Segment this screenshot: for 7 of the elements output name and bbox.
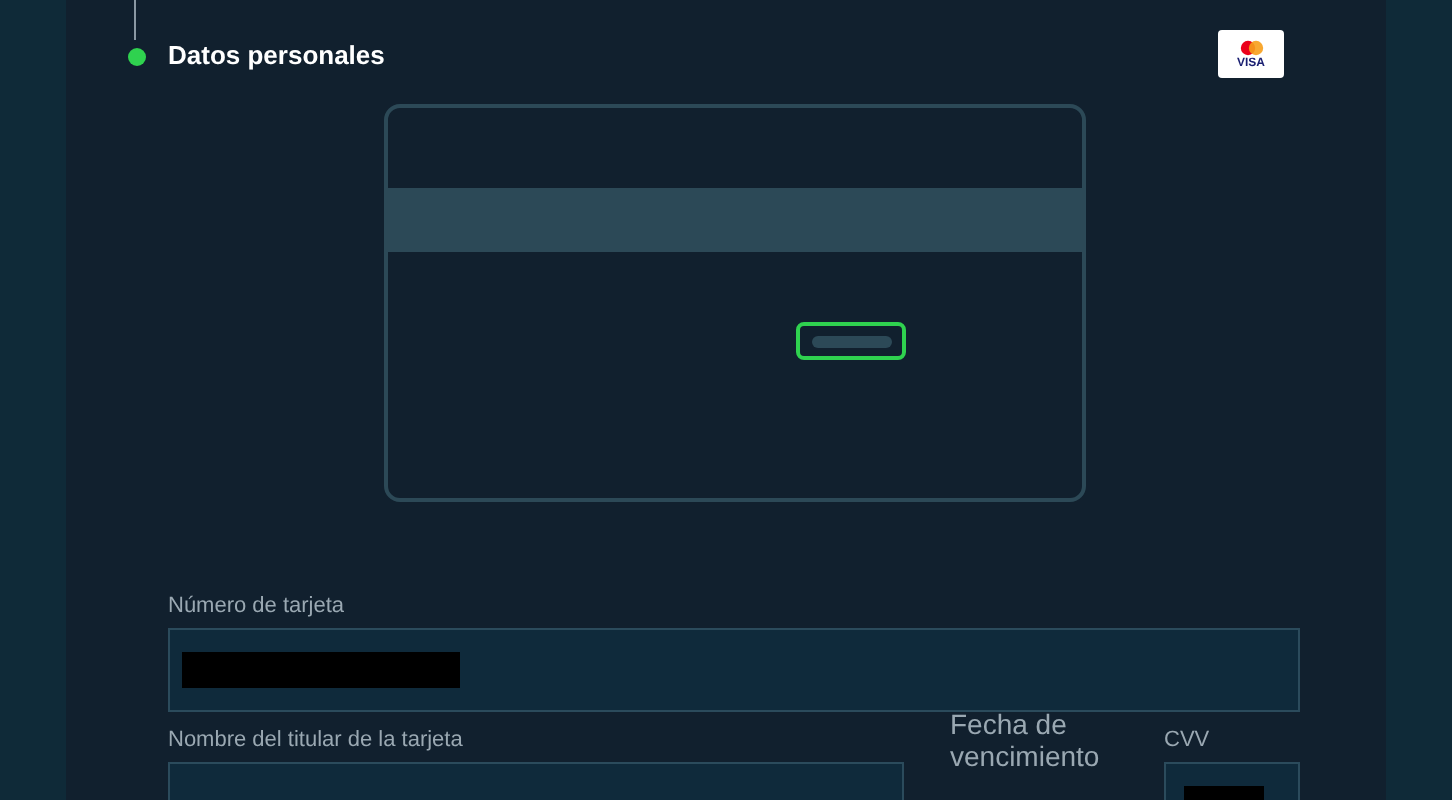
field-label: Fecha de vencimiento: [950, 708, 1102, 772]
field-label: CVV: [1164, 726, 1212, 756]
input-field[interactable]: [168, 628, 1300, 712]
field-label: Número de tarjeta: [168, 592, 347, 622]
field-label: Nombre del titular de la tarjeta: [168, 726, 465, 756]
circles-icon: [1239, 39, 1263, 55]
section-title: Datos personales: [168, 38, 385, 75]
